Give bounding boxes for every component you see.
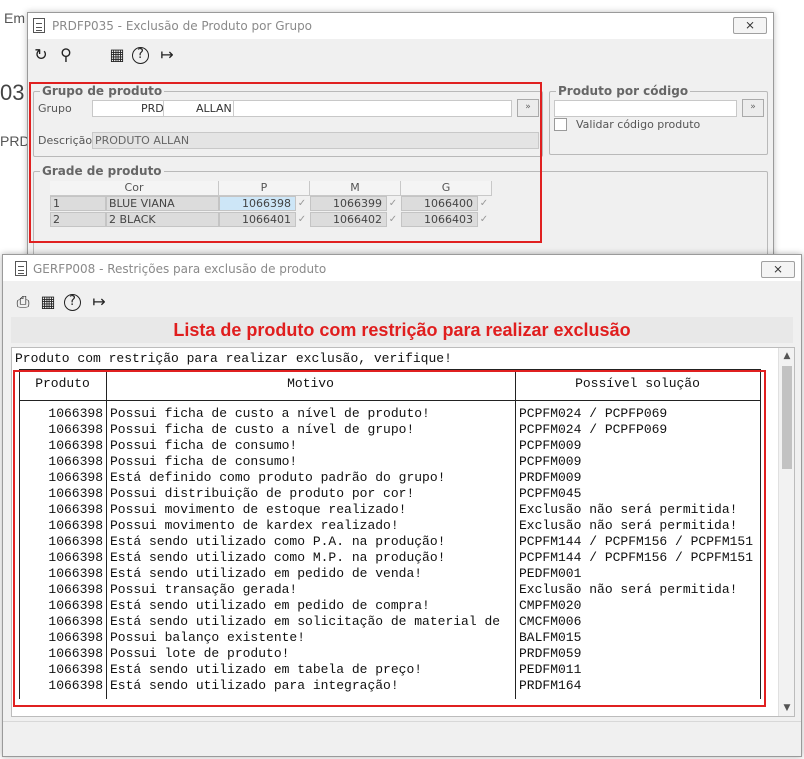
exclusao-produto-grupo-window: PRDFP035 - Exclusão de Produto por Grupo… xyxy=(27,12,774,262)
scroll-down-icon[interactable]: ▼ xyxy=(779,700,794,716)
validar-codigo-label: Validar código produto xyxy=(576,118,701,131)
highlight-box xyxy=(29,82,542,243)
background-code-text: 03 xyxy=(0,80,25,105)
window2-title: GERFP008 - Restrições para exclusão de p… xyxy=(33,262,327,276)
background-prd-text: PRD xyxy=(0,133,30,149)
produto-codigo-legend: Produto por código xyxy=(556,84,691,98)
exit-icon[interactable]: ↦ xyxy=(89,292,109,312)
vertical-scrollbar[interactable]: ▲ ▼ xyxy=(778,348,794,716)
window2-titlebar[interactable]: GERFP008 - Restrições para exclusão de p… xyxy=(3,255,801,281)
restricoes-banner: Lista de produto com restrição para real… xyxy=(11,317,793,343)
window1-toolbar: ↻ ⚲ ▦ ? ↦ xyxy=(28,41,773,69)
help-icon[interactable]: ? xyxy=(132,47,149,64)
calendar-icon[interactable]: ▦ xyxy=(38,292,58,312)
window1-close-button[interactable]: ⨯ xyxy=(733,17,767,34)
validar-codigo-checkbox[interactable] xyxy=(554,118,567,131)
window2-close-button[interactable]: ⨯ xyxy=(761,261,795,278)
calendar-icon[interactable]: ▦ xyxy=(107,45,127,65)
window2-toolbar: ⎙ ▦ ? ↦ xyxy=(3,288,801,316)
exit-icon[interactable]: ↦ xyxy=(157,45,177,65)
print-icon[interactable]: ⎙ xyxy=(13,292,33,312)
scroll-thumb[interactable] xyxy=(782,366,792,469)
status-bar xyxy=(3,721,801,756)
help-icon[interactable]: ? xyxy=(64,294,81,311)
memo-intro-text: Produto com restrição para realizar excl… xyxy=(15,351,452,366)
document-icon xyxy=(15,261,27,276)
table-highlight-box xyxy=(13,370,766,707)
restricoes-exclusao-window: GERFP008 - Restrições para exclusão de p… xyxy=(2,254,802,757)
search-icon[interactable]: ⚲ xyxy=(56,45,76,65)
scroll-up-icon[interactable]: ▲ xyxy=(779,348,794,364)
window1-titlebar[interactable]: PRDFP035 - Exclusão de Produto por Grupo… xyxy=(28,13,773,39)
document-icon xyxy=(33,18,45,33)
window1-title: PRDFP035 - Exclusão de Produto por Grupo xyxy=(52,19,313,33)
refresh-icon[interactable]: ↻ xyxy=(31,45,51,65)
produto-codigo-lookup-button[interactable]: » xyxy=(742,99,764,117)
background-menu-text: Em xyxy=(4,10,25,26)
produto-codigo-input[interactable] xyxy=(554,100,737,117)
